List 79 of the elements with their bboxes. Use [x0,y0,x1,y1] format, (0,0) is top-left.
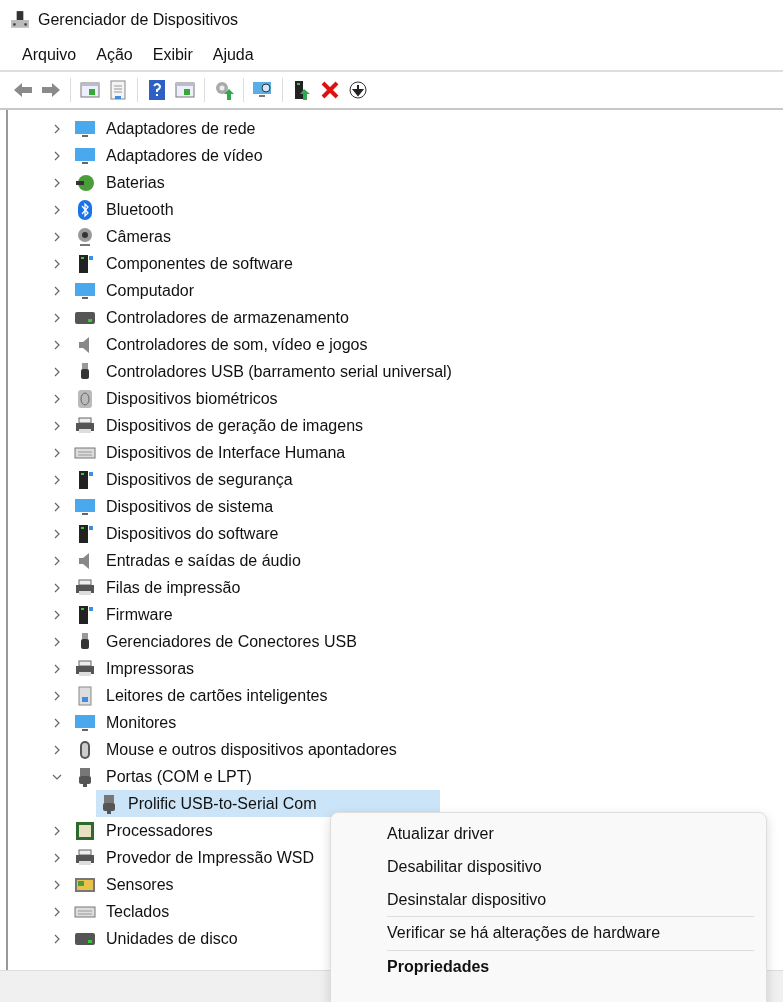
expand-chevron-icon[interactable] [52,204,62,215]
expand-chevron-icon[interactable] [52,123,62,134]
chip-icon [74,819,96,842]
tree-item[interactable]: Filas de impressão [104,577,243,598]
tree-item[interactable]: Portas (COM e LPT) [104,766,254,787]
tree-item[interactable]: Adaptadores de rede [104,118,258,139]
gear-icon[interactable] [213,79,235,101]
expand-chevron-icon[interactable] [52,555,62,566]
tree-item[interactable]: Adaptadores de vídeo [104,145,265,166]
expand-chevron-icon[interactable] [52,852,62,863]
tree-item[interactable]: Gerenciadores de Conectores USB [104,631,359,652]
tree-item[interactable]: Leitores de cartões inteligentes [104,685,330,706]
expand-chevron-icon[interactable] [52,312,62,323]
menu-item[interactable]: Ajuda [202,46,264,64]
window-title: Gerenciador de Dispositivos [38,11,239,29]
tree-item[interactable]: Controladores de armazenamento [104,307,351,328]
device-manager-icon [10,10,30,30]
expand-chevron-icon[interactable] [52,447,62,458]
tree-item[interactable]: Bluetooth [104,199,176,220]
tree-item[interactable]: Processadores [104,820,215,841]
context-menu-item[interactable]: Verificar se há alterações de hardware [331,916,766,950]
expand-chevron-icon[interactable] [52,177,62,188]
tree-item[interactable]: Dispositivos de segurança [104,469,295,490]
expand-chevron-icon[interactable] [52,879,62,890]
tree-item[interactable]: Componentes de software [104,253,295,274]
tree-item[interactable]: Baterias [104,172,167,193]
tree-item[interactable]: Controladores USB (barramento serial universal) [104,361,454,382]
tree-item[interactable]: Câmeras [104,226,173,247]
expand-chevron-icon[interactable] [52,609,62,620]
expand-chevron-icon[interactable] [52,906,62,917]
expand-chevron-icon[interactable] [52,150,62,161]
pane-icon[interactable] [174,79,196,101]
tree-item[interactable]: Sensores [104,874,176,895]
tree-item[interactable]: Controladores de som, vídeo e jogos [104,334,370,355]
tree-item[interactable]: Unidades de disco [104,928,240,949]
tree-item[interactable]: Computador [104,280,197,301]
context-menu-item[interactable]: Propriedades [331,950,766,984]
expand-chevron-icon[interactable] [52,258,62,269]
expand-chevron-icon[interactable] [52,582,62,593]
tree-item[interactable]: Provedor de Impressão WSD [104,847,317,868]
expand-chevron-icon[interactable] [52,285,62,296]
expand-chevron-icon[interactable] [52,231,62,242]
menu-item[interactable]: Ação [86,46,143,64]
tree-item[interactable]: Dispositivos do software [104,523,281,544]
context-menu-item[interactable]: Atualizar driver [331,817,766,850]
pane-icon[interactable] [79,79,101,101]
expand-chevron-icon[interactable] [52,501,62,512]
menu-item[interactable]: Arquivo [12,46,87,64]
tree-item[interactable]: Entradas e saídas de áudio [104,550,303,571]
expand-chevron-icon[interactable] [52,744,62,755]
menu-item[interactable]: Exibir [142,46,203,64]
delete-icon[interactable] [319,79,341,101]
help-icon[interactable] [146,79,168,101]
download-icon[interactable] [347,79,369,101]
expand-chevron-icon[interactable] [52,717,62,728]
tree-item[interactable]: Dispositivos de Interface Humana [104,442,348,463]
expand-chevron-icon[interactable] [52,933,62,944]
expand-chevron-icon[interactable] [52,393,62,404]
expand-chevron-icon[interactable] [52,366,62,377]
tree-item[interactable]: Mouse e outros dispositivos apontadores [104,739,399,760]
document-icon[interactable] [107,79,129,101]
expand-chevron-icon[interactable] [52,474,62,485]
expand-chevron-icon[interactable] [52,339,62,350]
tree-item[interactable]: Teclados [104,901,172,922]
expand-chevron-icon[interactable] [52,636,62,647]
tree-item[interactable]: Impressoras [104,658,197,679]
tree-item[interactable]: Monitores [104,712,179,733]
expand-chevron-icon[interactable] [52,420,62,431]
context-menu-item[interactable]: Desabilitar dispositivo [331,850,766,883]
expand-chevron-icon[interactable] [52,825,62,836]
tree-item[interactable]: Prolific USB-to-Serial Com [96,790,440,817]
tree-item[interactable]: Dispositivos de geração de imagens [104,415,366,436]
expand-chevron-icon[interactable] [52,663,62,674]
expand-chevron-icon[interactable] [52,690,62,701]
tree-item[interactable]: Dispositivos biométricos [104,388,280,409]
expand-chevron-icon[interactable] [52,528,62,539]
tree-item[interactable]: Firmware [104,604,175,625]
context-menu-item[interactable]: Desinstalar dispositivo [331,883,766,916]
tree-item[interactable]: Dispositivos de sistema [104,496,276,517]
